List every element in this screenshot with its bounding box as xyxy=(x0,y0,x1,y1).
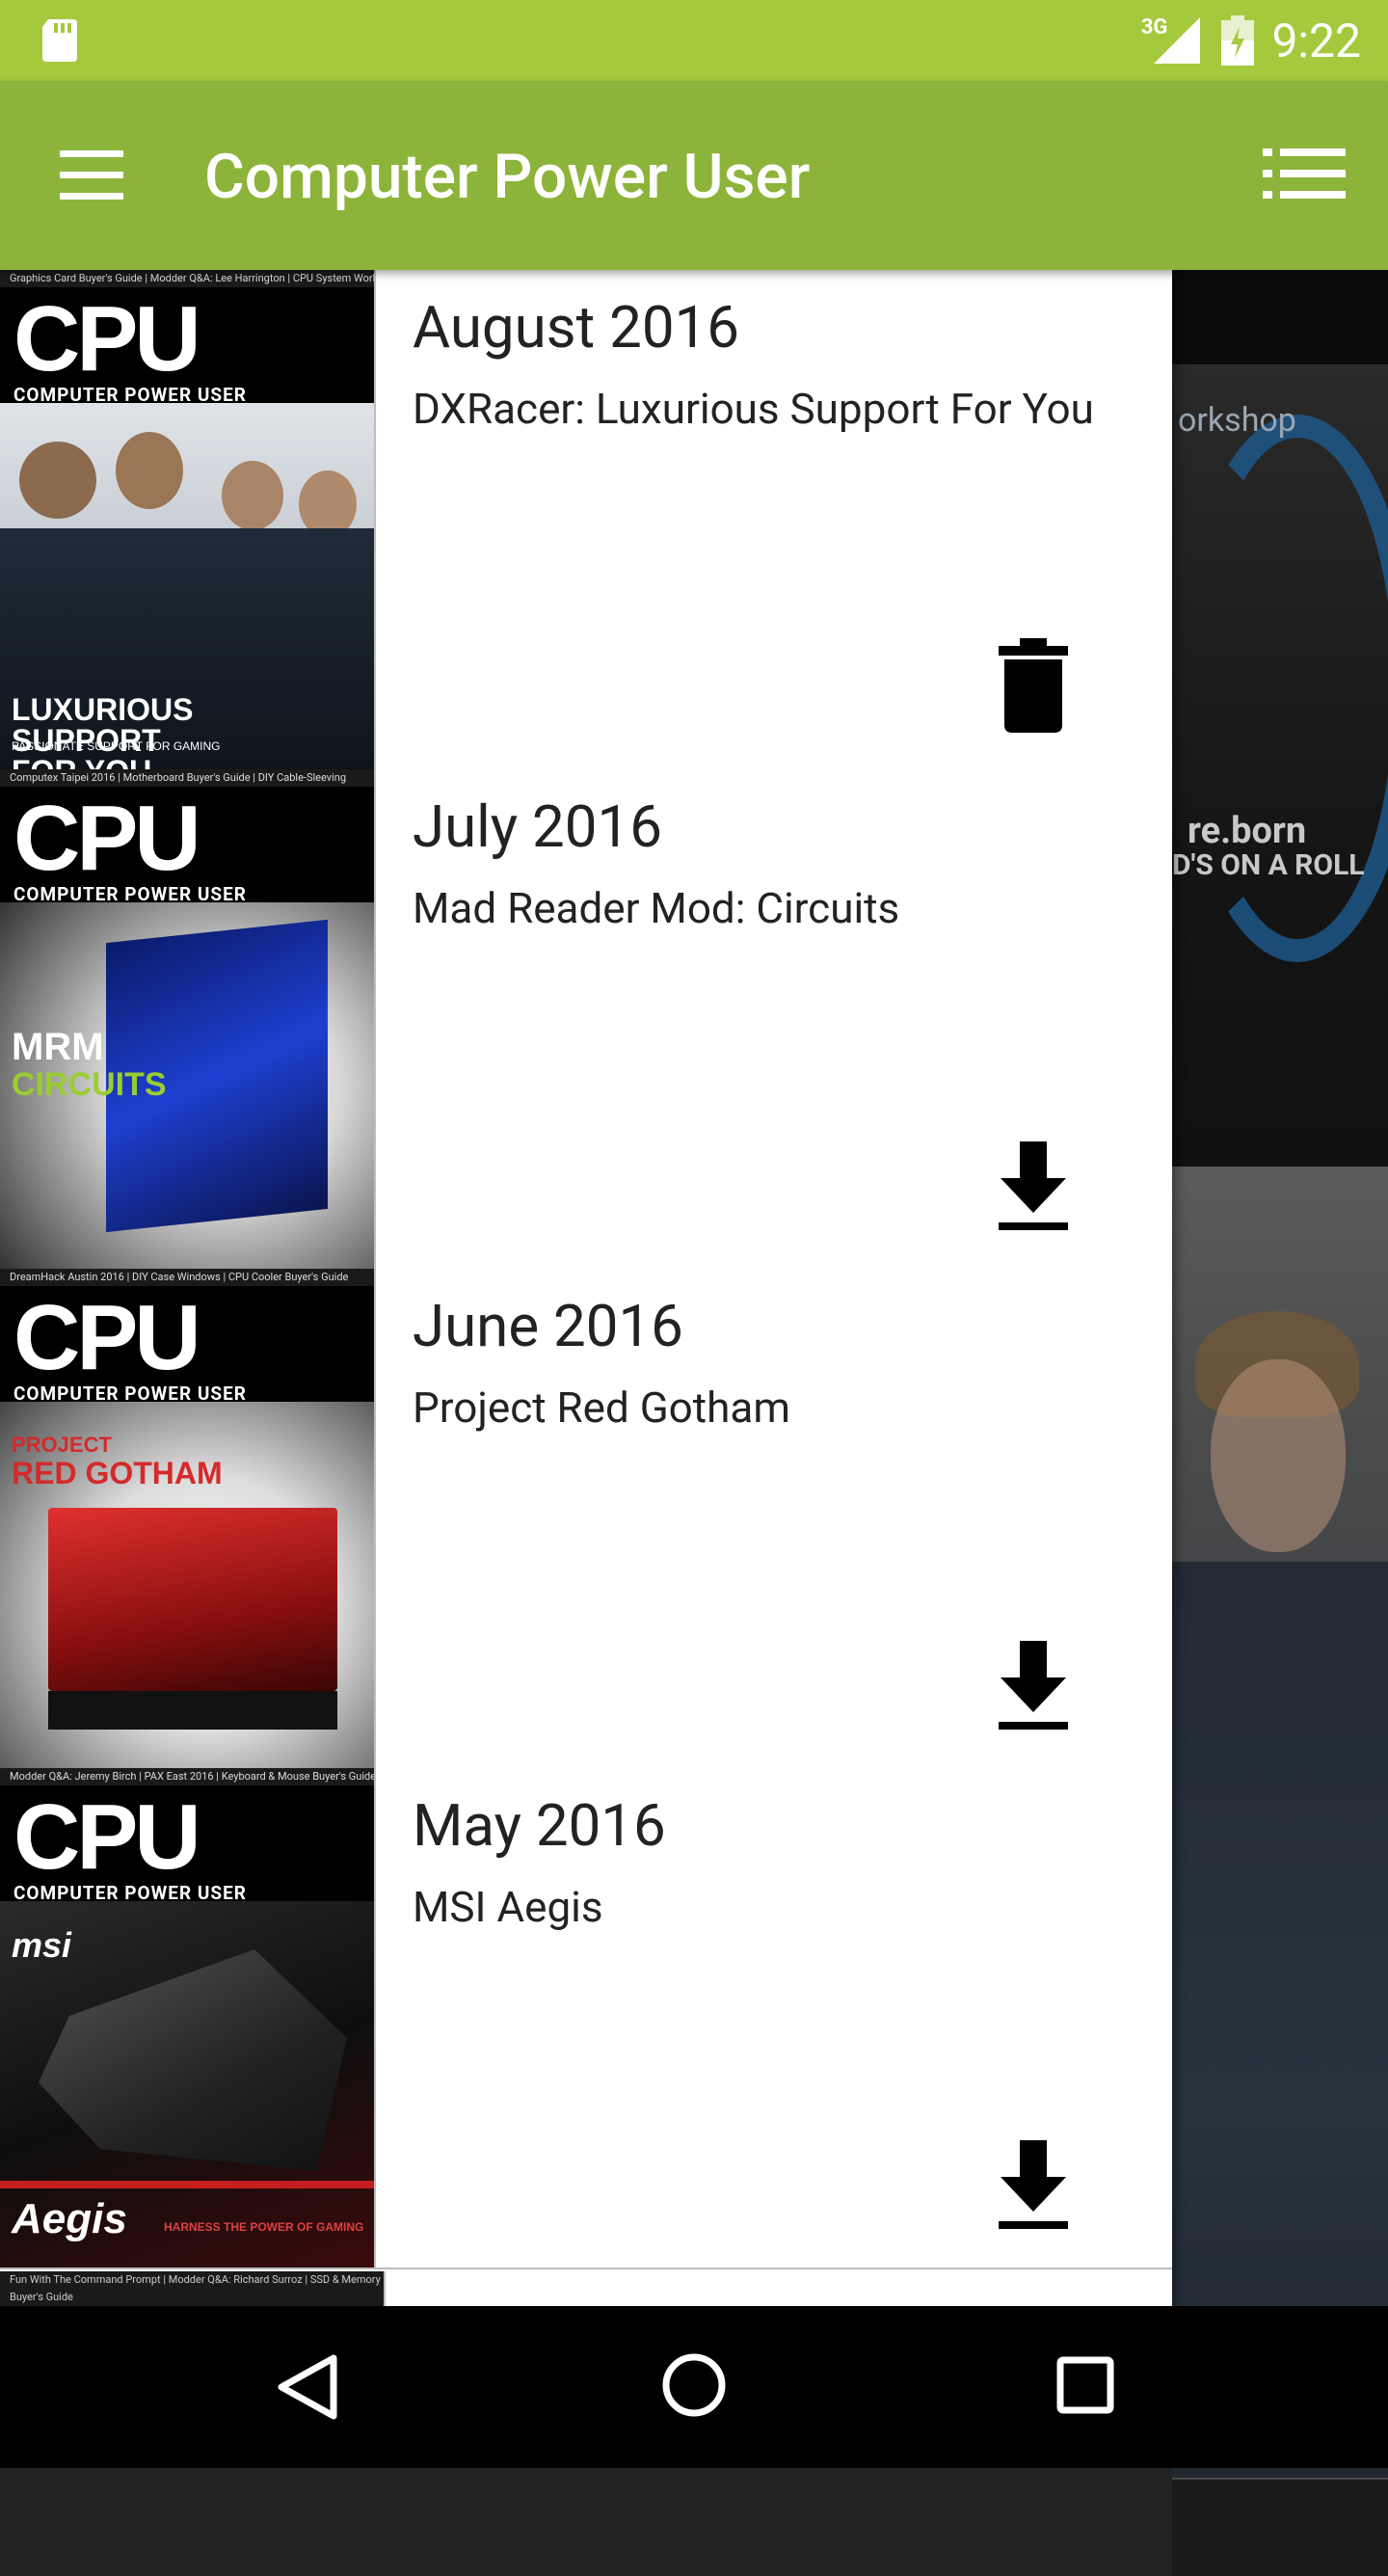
status-bar: 3G 9:22 xyxy=(0,0,1388,81)
cover-logo: CPU xyxy=(13,1785,201,1889)
issue-headline: MSI Aegis xyxy=(413,1882,603,1932)
issue-item-next[interactable]: Fun With The Command Prompt | Modder Q&A… xyxy=(0,2271,1172,2306)
issue-headline: Mad Reader Mod: Circuits xyxy=(413,883,900,933)
download-icon[interactable] xyxy=(995,1138,1072,1234)
back-triangle-icon[interactable] xyxy=(274,2352,343,2422)
cover-image: DreamHack Austin 2016 | DIY Case Windows… xyxy=(0,1269,376,1768)
network-type: 3G xyxy=(1140,14,1168,40)
issue-headline: DXRacer: Luxurious Support For You xyxy=(413,384,1094,434)
recents-square-icon[interactable] xyxy=(1056,2356,1114,2414)
cover-image: Computex Taipei 2016 | Motherboard Buyer… xyxy=(0,769,376,1269)
app-bar: Computer Power User xyxy=(0,81,1388,270)
sd-card-icon xyxy=(42,19,77,62)
download-icon[interactable] xyxy=(995,1637,1072,1733)
cover-image: Fun With The Command Prompt | Modder Q&A… xyxy=(0,2271,386,2306)
issue-item-june-2016[interactable]: DreamHack Austin 2016 | DIY Case Windows… xyxy=(0,1269,1172,1770)
issue-month: May 2016 xyxy=(413,1791,666,1860)
cover-logo: CPU xyxy=(13,287,201,390)
issue-item-august-2016[interactable]: Graphics Card Buyer's Guide | Modder Q&A… xyxy=(0,270,1172,771)
issue-month: June 2016 xyxy=(413,1292,683,1360)
cover-logo: CPU xyxy=(13,1286,201,1389)
issue-item-july-2016[interactable]: Computex Taipei 2016 | Motherboard Buyer… xyxy=(0,769,1172,1271)
list-view-icon[interactable] xyxy=(1263,148,1346,202)
issue-drawer: Graphics Card Buyer's Guide | Modder Q&A… xyxy=(0,270,1172,2306)
issue-month: July 2016 xyxy=(413,792,662,861)
cover-image: Graphics Card Buyer's Guide | Modder Q&A… xyxy=(0,270,376,769)
issue-headline: Project Red Gotham xyxy=(413,1382,790,1433)
delete-icon[interactable] xyxy=(995,638,1072,735)
clock: 9:22 xyxy=(1271,13,1361,68)
issue-item-may-2016[interactable]: Modder Q&A: Jeremy Birch | PAX East 2016… xyxy=(0,1768,1172,2269)
issue-month: August 2016 xyxy=(413,293,740,362)
app-title: Computer Power User xyxy=(204,141,811,213)
hamburger-menu-icon[interactable] xyxy=(60,150,125,201)
cover-logo: CPU xyxy=(13,787,201,890)
home-circle-icon[interactable] xyxy=(661,2352,727,2418)
cover-image: Modder Q&A: Jeremy Birch | PAX East 2016… xyxy=(0,1768,376,2267)
battery-icon xyxy=(1221,15,1255,66)
navigation-bar xyxy=(0,2306,1388,2468)
download-icon[interactable] xyxy=(995,2136,1072,2233)
